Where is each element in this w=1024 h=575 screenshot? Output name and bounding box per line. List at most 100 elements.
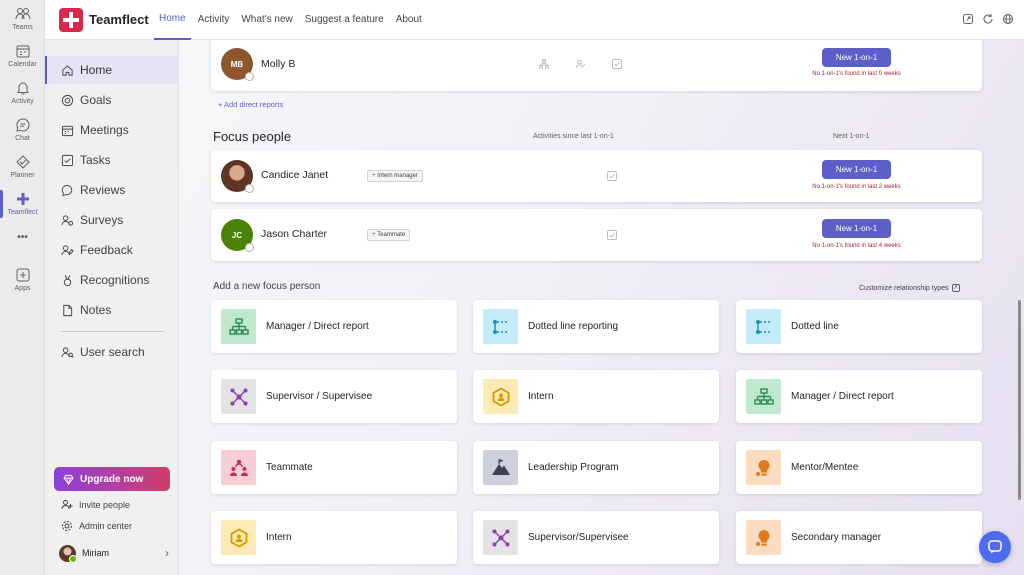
calendar-icon — [16, 45, 29, 58]
rail-activity[interactable]: Activity — [0, 80, 45, 105]
relationship-type-label: Intern — [528, 391, 554, 402]
app-title: Teamflect — [89, 12, 149, 27]
new-one-on-one-button[interactable]: New 1-on-1 — [822, 160, 891, 179]
relationship-type-card[interactable]: Manager / Direct report — [736, 370, 982, 423]
new-one-on-one-button[interactable]: New 1-on-1 — [822, 219, 891, 238]
relationship-type-card[interactable]: Leadership Program — [473, 441, 719, 494]
invite-people-link[interactable]: Invite people — [61, 499, 130, 511]
activities-column-header: Activities since last 1-on-1 — [533, 133, 614, 140]
chat-bubble-icon — [988, 540, 1002, 554]
user-profile-row[interactable]: Miriam › — [59, 544, 169, 563]
sidebar-item-tasks[interactable]: Tasks — [45, 146, 179, 174]
add-person-icon — [61, 500, 73, 510]
sidebar-item-user-search[interactable]: User search — [45, 338, 179, 366]
user-name: Miriam — [82, 548, 109, 558]
sidebar-item-feedback[interactable]: Feedback — [45, 236, 179, 264]
app-header: Teamflect Home Activity What's new Sugge… — [45, 0, 1024, 40]
diamond-icon — [63, 474, 74, 485]
relationship-type-card[interactable]: Manager / Direct report — [211, 300, 457, 353]
relationship-type-card[interactable]: Intern — [473, 370, 719, 423]
sidebar-item-meetings[interactable]: Meetings — [45, 116, 179, 144]
teams-app-rail: Teams Calendar Activity Chat Planner Tea… — [0, 0, 45, 575]
rail-label: Calendar — [8, 61, 37, 68]
external-link-icon: ↗ — [951, 284, 960, 292]
rail-teamflect[interactable]: Teamflect — [0, 191, 45, 216]
relationship-type-label: Manager / Direct report — [266, 321, 369, 332]
apps-icon — [16, 268, 29, 282]
sidebar-item-recognitions[interactable]: Recognitions — [45, 266, 179, 294]
tab-home[interactable]: Home — [154, 0, 191, 40]
rail-planner[interactable]: Planner — [0, 154, 45, 179]
sidebar-item-label: User search — [80, 345, 145, 359]
bell-icon — [16, 82, 29, 95]
relationship-type-card[interactable]: Teammate — [211, 441, 457, 494]
sidebar-item-notes[interactable]: Notes — [45, 296, 179, 324]
badge-icon — [63, 274, 72, 286]
add-focus-person-title: Add a new focus person — [213, 281, 321, 292]
add-direct-reports-link[interactable]: + Add direct reports — [218, 100, 283, 109]
rail-calendar[interactable]: Calendar — [0, 43, 45, 68]
relationship-type-label: Supervisor / Supervisee — [266, 391, 373, 402]
rail-more-button[interactable]: ••• — [0, 232, 45, 243]
person-name: Candice Janet — [261, 169, 329, 181]
tab-suggest-feature[interactable]: Suggest a feature — [300, 0, 389, 40]
checkbox-icon — [61, 154, 74, 166]
meeting-status-text: No 1-on-1's found in last 0 weeks — [812, 71, 901, 77]
sidebar-divider — [61, 331, 164, 332]
relationship-type-card[interactable]: Dotted line reporting — [473, 300, 719, 353]
chat-support-button[interactable] — [979, 531, 1011, 563]
dotted-line-icon — [746, 309, 781, 344]
sidebar-item-surveys[interactable]: Surveys — [45, 206, 179, 234]
header-actions — [962, 12, 1014, 24]
sidebar-item-reviews[interactable]: Reviews — [45, 176, 179, 204]
upgrade-button[interactable]: Upgrade now — [54, 467, 170, 491]
sidebar-item-label: Home — [80, 63, 113, 77]
rail-label: Apps — [14, 285, 31, 292]
sidebar-item-label: Meetings — [80, 123, 129, 137]
planner-icon — [15, 155, 30, 169]
tab-whats-new[interactable]: What's new — [236, 0, 297, 40]
globe-icon[interactable] — [1002, 12, 1014, 24]
relationship-type-label: Teammate — [266, 462, 313, 473]
home-icon — [62, 64, 73, 76]
customize-relationship-types-link[interactable]: Customize relationship types ↗ — [859, 284, 960, 292]
feedback-icon — [61, 244, 74, 255]
meeting-status-text: No 1-on-1's found in last 2 weeks — [812, 184, 901, 190]
rail-apps[interactable]: Apps — [0, 267, 45, 292]
checkbox-icon — [607, 230, 617, 240]
user-search-icon — [61, 346, 74, 358]
relationship-type-label: Secondary manager — [791, 532, 882, 543]
relationship-type-card[interactable]: Intern — [211, 511, 457, 564]
rail-chat[interactable]: Chat — [0, 117, 45, 142]
tab-activity[interactable]: Activity — [193, 0, 235, 40]
relationship-type-card[interactable]: Dotted line — [736, 300, 982, 353]
relationship-type-label: Dotted line — [791, 321, 839, 332]
rail-label: Teamflect — [7, 209, 38, 216]
avatar[interactable] — [221, 160, 254, 193]
calendar-icon — [61, 125, 74, 136]
scrollbar[interactable] — [1018, 300, 1021, 500]
main-content: MB Molly B New 1-on-1 No 1-on-1's found … — [179, 40, 1024, 575]
tab-about[interactable]: About — [391, 0, 427, 40]
sidebar-item-label: Goals — [80, 93, 112, 107]
lightbulb-icon — [746, 520, 781, 555]
avatar[interactable]: MB — [221, 48, 254, 81]
popout-icon[interactable] — [962, 12, 974, 24]
sidebar-item-home[interactable]: Home — [45, 56, 179, 84]
sidebar-item-label: Feedback — [80, 243, 133, 257]
rail-label: Teams — [12, 24, 33, 31]
focus-people-title: Focus people — [213, 129, 292, 144]
rail-teams[interactable]: Teams — [0, 6, 45, 31]
relationship-type-card[interactable]: Mentor/Mentee — [736, 441, 982, 494]
meeting-status-text: No 1-on-1's found in last 4 weeks — [812, 243, 901, 249]
refresh-icon[interactable] — [982, 12, 994, 24]
new-one-on-one-button[interactable]: New 1-on-1 — [822, 48, 891, 67]
checkbox-icon — [607, 171, 617, 181]
relationship-type-card[interactable]: Supervisor / Supervisee — [211, 370, 457, 423]
relationship-type-card[interactable]: Supervisor/Supervisee — [473, 511, 719, 564]
sidebar-item-goals[interactable]: Goals — [45, 86, 179, 114]
relationship-type-card[interactable]: Secondary manager — [736, 511, 982, 564]
admin-center-link[interactable]: Admin center — [61, 520, 132, 532]
mountain-icon — [483, 450, 518, 485]
avatar[interactable]: JC — [221, 219, 254, 252]
